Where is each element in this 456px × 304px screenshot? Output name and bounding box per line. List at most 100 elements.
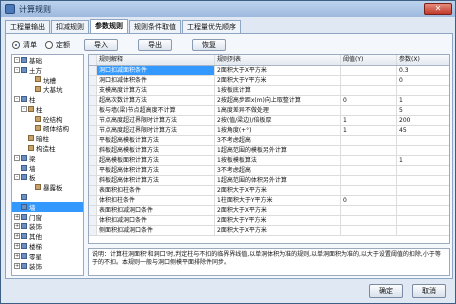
table-cell[interactable] <box>397 86 449 95</box>
table-cell[interactable] <box>341 66 397 75</box>
tab-1[interactable]: 扣减规则 <box>51 20 89 33</box>
table-cell[interactable] <box>397 166 449 175</box>
table-row[interactable]: 侧面积扣减洞口条件 2面积大于X平方米 <box>89 226 449 236</box>
table-row[interactable]: 支模高度计算方法 1按板底计算 <box>89 86 449 96</box>
table-cell[interactable]: 1 <box>341 116 397 125</box>
table-cell[interactable]: 2面积大于X平方米 <box>215 206 341 215</box>
expander-icon[interactable]: + <box>14 213 20 220</box>
table-cell[interactable]: 0.3 <box>397 66 449 75</box>
tree-node[interactable]: - 土方 <box>12 65 83 75</box>
expander-icon[interactable]: - <box>14 66 20 73</box>
table-row[interactable]: 超高模板面积计算方法 1按板模板算法 1 <box>89 156 449 166</box>
tree-node[interactable]: 砼结构 <box>12 114 83 124</box>
tree-node[interactable]: -梁 <box>12 153 83 163</box>
cancel-button[interactable]: 取消 <box>412 284 446 298</box>
expander-icon[interactable]: - <box>14 174 20 181</box>
expander-icon[interactable]: + <box>14 252 20 259</box>
table-cell[interactable]: 2面积大于X平方米 <box>215 226 341 235</box>
table-cell[interactable] <box>397 186 449 195</box>
table-cell[interactable]: 1 <box>397 96 449 105</box>
tab-4[interactable]: 工程量优先顺序 <box>182 20 241 33</box>
table-row[interactable]: 平板超高模板计算方法 3不考虑超高 <box>89 136 449 146</box>
export-button[interactable]: 导出 <box>138 39 172 51</box>
tab-0[interactable]: 工程量输出 <box>5 20 50 33</box>
tree-node[interactable]: 暴露板 <box>12 182 83 192</box>
table-cell[interactable]: 1柱面积大于Y平方米 <box>215 196 341 205</box>
table-cell[interactable]: 2面积大于X平方米 <box>215 186 341 195</box>
table-row[interactable]: 体积扣减洞口条件 2面积大于Y平方米 <box>89 216 449 226</box>
table-row[interactable]: 板与墙(梁)节点超高度不计算 1高度差异不做处理 5 <box>89 106 449 116</box>
table-cell[interactable]: 2面积大于Y平方米 <box>215 76 341 85</box>
table-cell[interactable]: 3不考虑超高 <box>215 166 341 175</box>
table-row[interactable]: 超高次数计算方法 2按超高步距x(m)向上取整计算 0 1 <box>89 96 449 106</box>
radio-dot[interactable] <box>45 41 53 49</box>
tree-node[interactable]: 暗柱 <box>12 133 83 143</box>
table-cell[interactable] <box>341 136 397 145</box>
tree-node[interactable]: -板 <box>12 173 83 182</box>
radio-dot[interactable] <box>12 41 20 49</box>
tab-2[interactable]: 参数规则 <box>90 19 128 33</box>
table-cell[interactable]: 2按超高步距x(m)向上取整计算 <box>215 96 341 105</box>
tree-node[interactable]: + 其他 <box>12 231 83 241</box>
table-cell[interactable] <box>397 206 449 215</box>
table-cell[interactable]: 5 <box>397 106 449 115</box>
table-row[interactable]: 斜板超高体积计算方法 1超高范围的体积另外计算 <box>89 176 449 186</box>
expander-icon[interactable]: + <box>14 233 20 240</box>
tree-node[interactable]: 墙 <box>12 163 83 173</box>
table-cell[interactable]: 0 <box>397 76 449 85</box>
expander-icon[interactable]: + <box>14 262 20 269</box>
table-cell[interactable] <box>341 166 397 175</box>
table-cell[interactable] <box>397 176 449 185</box>
tree-node[interactable]: -柱 <box>12 104 83 114</box>
import-button[interactable]: 导入 <box>84 39 118 51</box>
table-cell[interactable] <box>341 76 397 85</box>
table-cell[interactable] <box>341 226 397 235</box>
expander-icon[interactable]: + <box>14 243 20 250</box>
table-row[interactable]: 洞口扣减体积条件 2面积大于Y平方米 0 <box>89 76 449 86</box>
table-row[interactable]: 体积扣柱条件 1柱面积大于Y平方米 0 <box>89 196 449 206</box>
table-cell[interactable]: 1 <box>397 156 449 165</box>
expander-icon[interactable]: - <box>14 56 20 63</box>
table-cell[interactable] <box>341 146 397 155</box>
table-row[interactable]: 洞口扣减面积条件 2面积大于X平方米 0.3 <box>89 66 449 76</box>
table-cell[interactable]: 2面积大于Y平方米 <box>215 216 341 225</box>
table-cell[interactable]: 1按板模板算法 <box>215 156 341 165</box>
table-cell[interactable]: 1按角度(+°) <box>215 126 341 135</box>
table-cell[interactable] <box>341 156 397 165</box>
table-row[interactable]: 平板超高体积计算方法 3不考虑超高 <box>89 166 449 176</box>
tree-node[interactable]: 墙 <box>12 201 83 212</box>
table-cell[interactable] <box>341 216 397 225</box>
expander-icon[interactable]: - <box>21 105 27 112</box>
table-cell[interactable] <box>397 196 449 205</box>
tree-node[interactable]: + 装饰 <box>12 261 83 271</box>
tree-node[interactable]: + 装饰 <box>12 222 83 231</box>
table-cell[interactable]: 1超高范围的体积另外计算 <box>215 176 341 185</box>
table-cell[interactable] <box>341 86 397 95</box>
table-cell[interactable] <box>397 136 449 145</box>
table-row[interactable]: 节点高度超过界限时计算方法 1按角度(+°) 1 45 <box>89 126 449 136</box>
expander-icon[interactable]: - <box>14 154 20 161</box>
tree-node[interactable]: 构造柱 <box>12 143 83 153</box>
tree-node[interactable]: -柱 <box>12 94 83 104</box>
filter-radio-1[interactable]: 定额 <box>45 40 70 50</box>
table-cell[interactable]: 3不考虑超高 <box>215 136 341 145</box>
table-cell[interactable]: 200 <box>397 116 449 125</box>
filter-radio-0[interactable]: 清单 <box>12 40 37 50</box>
table-cell[interactable]: 45 <box>397 126 449 135</box>
table-cell[interactable]: 1高度差异不做处理 <box>215 106 341 115</box>
table-cell[interactable]: 1 <box>341 126 397 135</box>
table-cell[interactable] <box>397 226 449 235</box>
table-cell[interactable] <box>341 206 397 215</box>
table-cell[interactable]: 2面积大于X平方米 <box>215 66 341 75</box>
tree-node[interactable] <box>12 192 83 202</box>
tree-node[interactable]: + 零星 <box>12 251 83 261</box>
table-cell[interactable] <box>341 176 397 185</box>
table-row[interactable]: 节点高度超过界限时计算方法 2按(值/梁边)/倍板厚 1 200 <box>89 116 449 126</box>
tree-node[interactable]: + 门窗 <box>12 212 83 222</box>
table-cell[interactable]: 1按板底计算 <box>215 86 341 95</box>
table-cell[interactable] <box>341 106 397 115</box>
tree-node[interactable]: - 基础 <box>12 55 83 65</box>
table-cell[interactable]: 2按(值/梁边)/倍板厚 <box>215 116 341 125</box>
expander-icon[interactable]: + <box>14 223 20 230</box>
tree-node[interactable]: 砌体结构 <box>12 124 83 133</box>
